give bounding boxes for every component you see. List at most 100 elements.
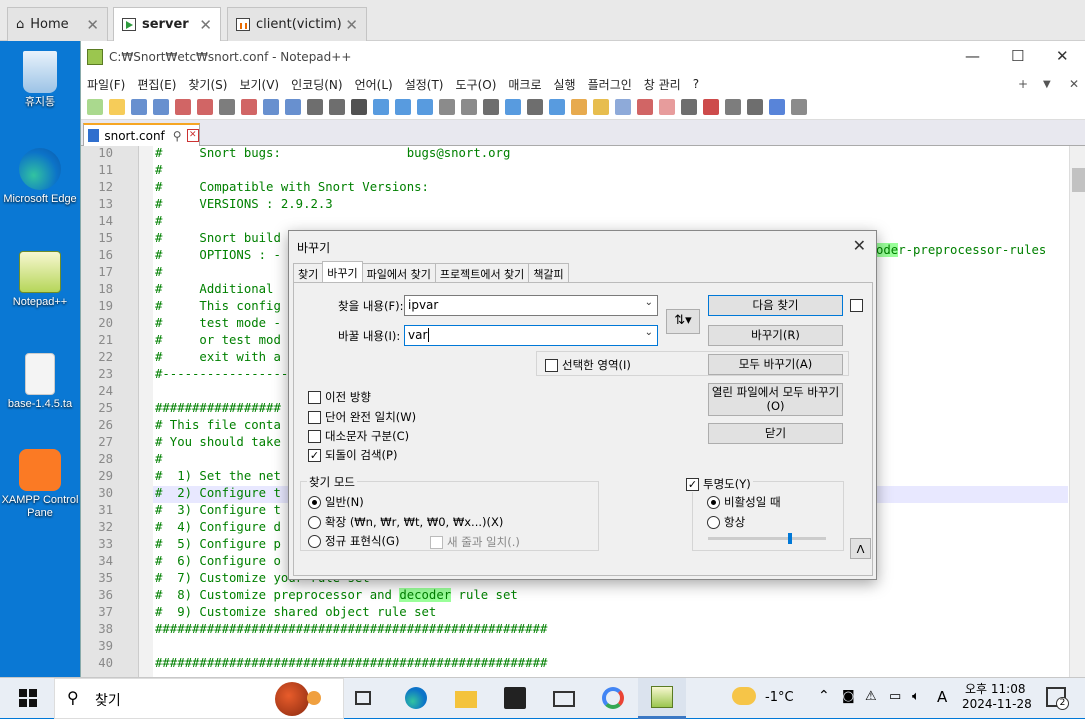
close-button[interactable]: 닫기: [708, 423, 843, 444]
close-tab-icon[interactable]: ✕: [186, 129, 199, 142]
open-icon[interactable]: [109, 99, 125, 115]
close-icon[interactable]: [175, 99, 191, 115]
menu-item[interactable]: 인코딩(N): [291, 76, 342, 93]
desktop-icon-base-archive[interactable]: base-1.4.5.ta: [0, 353, 80, 411]
close-icon[interactable]: ✕: [345, 16, 358, 34]
find-icon[interactable]: [351, 99, 367, 115]
paste-icon[interactable]: [285, 99, 301, 115]
menu-item[interactable]: ?: [693, 77, 699, 91]
tab-find[interactable]: 찾기: [293, 263, 324, 283]
menu-item[interactable]: 플러그인: [588, 76, 632, 93]
all-chars-icon[interactable]: [505, 99, 521, 115]
close-icon[interactable]: ✕: [1056, 47, 1069, 65]
clock-time[interactable]: 오후 11:08: [965, 680, 1025, 697]
mode-extended[interactable]: 확장 (₩n, ₩r, ₩t, ₩0, ₩x...)(X): [308, 514, 503, 530]
find-next-button[interactable]: 다음 찾기: [708, 295, 843, 316]
mail-icon[interactable]: [553, 691, 575, 707]
in-selection-checkbox[interactable]: 선택한 영역(I): [545, 357, 631, 373]
save-macro-icon[interactable]: [769, 99, 785, 115]
tab-replace[interactable]: 바꾸기: [322, 261, 363, 283]
chrome-icon[interactable]: [602, 687, 624, 709]
close-doc-icon[interactable]: ✕: [1069, 77, 1079, 91]
replace-icon[interactable]: [373, 99, 389, 115]
desktop-icon-edge[interactable]: Microsoft Edge: [0, 148, 80, 206]
copy-icon[interactable]: [263, 99, 279, 115]
swap-button[interactable]: ⇅▾: [666, 309, 700, 334]
vm-tab-client[interactable]: client(victim) ✕: [227, 7, 367, 41]
replace-button[interactable]: 바꾸기(R): [708, 325, 843, 346]
monitor-icon[interactable]: [637, 99, 653, 115]
edge-icon[interactable]: [405, 687, 427, 709]
menu-item[interactable]: 언어(L): [355, 76, 393, 93]
clock-date[interactable]: 2024-11-28: [962, 697, 1032, 711]
option-backward[interactable]: 이전 방향: [308, 389, 371, 405]
play-multiple-icon[interactable]: [747, 99, 763, 115]
sync-v-icon[interactable]: [439, 99, 455, 115]
dropdown-icon[interactable]: ▼: [1043, 79, 1051, 90]
wrap-icon[interactable]: [483, 99, 499, 115]
trans-always[interactable]: 항상: [707, 514, 745, 530]
desktop-icon-recycle-bin[interactable]: 휴지통: [0, 51, 80, 109]
chevron-up-icon[interactable]: ⌃: [818, 688, 830, 704]
find-input[interactable]: ipvar ⌄: [404, 295, 658, 316]
play-icon[interactable]: [725, 99, 741, 115]
mode-regex[interactable]: 정규 표현식(G): [308, 533, 399, 549]
find-next-option-checkbox[interactable]: [850, 299, 863, 312]
vm-tab-server[interactable]: server ✕: [113, 7, 221, 41]
mode-normal[interactable]: 일반(N): [308, 494, 364, 510]
close-icon[interactable]: ✕: [199, 16, 212, 34]
volume-icon[interactable]: 🔈︎: [912, 689, 920, 704]
indent-guide-icon[interactable]: [527, 99, 543, 115]
start-icon[interactable]: [19, 689, 37, 707]
function-list-icon[interactable]: [593, 99, 609, 115]
eye-icon[interactable]: [659, 99, 675, 115]
doc-map-icon[interactable]: [571, 99, 587, 115]
chevron-down-icon[interactable]: ⌄: [645, 297, 653, 308]
desktop-icon-xampp[interactable]: XAMPP Control Pane: [0, 449, 80, 520]
close-icon[interactable]: ✕: [853, 236, 866, 255]
redo-icon[interactable]: [329, 99, 345, 115]
collapse-button[interactable]: ᐱ: [850, 538, 871, 559]
menu-item[interactable]: 편집(E): [137, 76, 176, 93]
minimize-icon[interactable]: —: [965, 47, 980, 65]
weather-temp[interactable]: -1°C: [765, 690, 794, 705]
add-icon[interactable]: +: [1018, 77, 1028, 91]
record-icon[interactable]: [681, 99, 697, 115]
store-icon[interactable]: [504, 687, 526, 709]
checkbox[interactable]: [308, 410, 321, 424]
pin-icon[interactable]: ⚲: [173, 129, 182, 143]
replace-all-button[interactable]: 모두 바꾸기(A): [708, 354, 843, 375]
menu-item[interactable]: 매크로: [508, 76, 541, 93]
option-whole-word[interactable]: 단어 완전 일치(W): [308, 409, 416, 425]
replace-input[interactable]: var ⌄: [404, 325, 658, 346]
option-match-case[interactable]: 대소문자 구분(C): [308, 428, 409, 444]
vertical-scrollbar[interactable]: [1069, 146, 1085, 677]
close-icon[interactable]: ✕: [86, 16, 99, 34]
transparency-checkbox[interactable]: ✓ 투명도(Y): [686, 476, 753, 492]
menu-item[interactable]: 창 관리: [644, 76, 681, 93]
zoom-out-icon[interactable]: [417, 99, 433, 115]
menu-item[interactable]: 도구(O): [456, 76, 497, 93]
zoom-in-icon[interactable]: [395, 99, 411, 115]
task-view-icon[interactable]: [355, 687, 377, 709]
desktop-icon-notepadpp[interactable]: Notepad++: [0, 251, 80, 309]
save-all-icon[interactable]: [153, 99, 169, 115]
undo-icon[interactable]: [307, 99, 323, 115]
save-icon[interactable]: [131, 99, 147, 115]
trans-inactive[interactable]: 비활성일 때: [707, 494, 781, 510]
focus-icon[interactable]: [549, 99, 565, 115]
ime-indicator[interactable]: A: [937, 688, 947, 706]
close-all-icon[interactable]: [197, 99, 213, 115]
checkbox[interactable]: [308, 429, 321, 443]
slider-thumb[interactable]: [788, 533, 792, 544]
menu-item[interactable]: 찾기(S): [188, 76, 227, 93]
print-icon[interactable]: [219, 99, 235, 115]
maximize-icon[interactable]: ☐: [1011, 47, 1024, 65]
document-tab[interactable]: snort.conf ⚲ ✕: [83, 123, 200, 146]
replace-all-open-button[interactable]: 열린 파일에서 모두 바꾸기 (O): [708, 383, 843, 416]
stop-icon[interactable]: [703, 99, 719, 115]
new-icon[interactable]: [87, 99, 103, 115]
sync-h-icon[interactable]: [461, 99, 477, 115]
network-icon[interactable]: ▭: [889, 689, 901, 704]
network-warning-icon[interactable]: ⚠: [865, 689, 877, 704]
